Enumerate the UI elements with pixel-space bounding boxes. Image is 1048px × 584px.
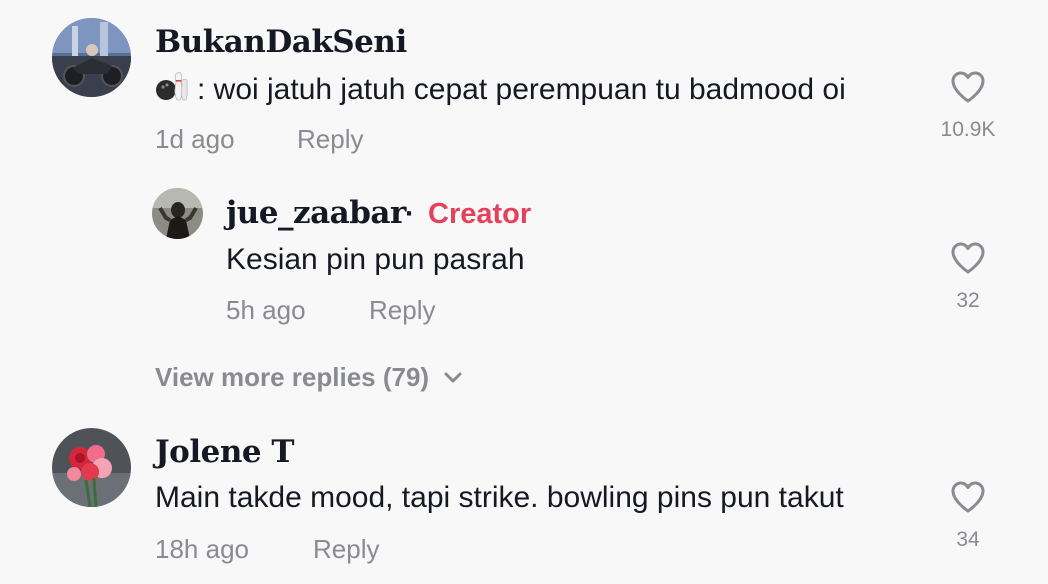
chevron-down-icon [444,372,462,382]
comment-time: 18h ago [155,534,249,564]
reply-button[interactable]: Reply [313,534,379,565]
heart-icon[interactable] [950,480,986,514]
avatar[interactable] [52,428,131,507]
view-more-replies-button[interactable]: View more replies (79) [155,362,463,393]
heart-icon[interactable] [950,241,986,275]
reply-text: Kesian pin pun pasrah [226,243,525,276]
comment-time: 1d ago [155,124,235,154]
comment-text: Main takde mood, tapi strike. bowling pi… [155,481,844,514]
reply-button[interactable]: Reply [297,124,363,155]
like-count: 10.9K [940,118,996,141]
comment-username[interactable]: BukanDakSeni [155,24,407,60]
comment-text-content: : woi jatuh jatuh cepat perempuan tu bad… [197,72,846,106]
creator-badge: Creator [428,198,532,230]
separator-dot: · [405,198,415,230]
heart-icon[interactable] [950,70,986,104]
view-more-label: View more replies (79) [155,362,430,392]
reply-button[interactable]: Reply [369,295,435,326]
comment-text: : woi jatuh jatuh cepat perempuan tu bad… [155,72,846,110]
like-count: 32 [956,289,980,312]
reply-time: 5h ago [226,295,306,325]
reply-username[interactable]: jue_zaabar [226,195,406,231]
bowling-icon [155,72,189,110]
avatar[interactable] [152,188,203,239]
avatar[interactable] [52,18,131,97]
like-count: 34 [956,528,980,551]
comment-username[interactable]: Jolene T [155,434,294,470]
